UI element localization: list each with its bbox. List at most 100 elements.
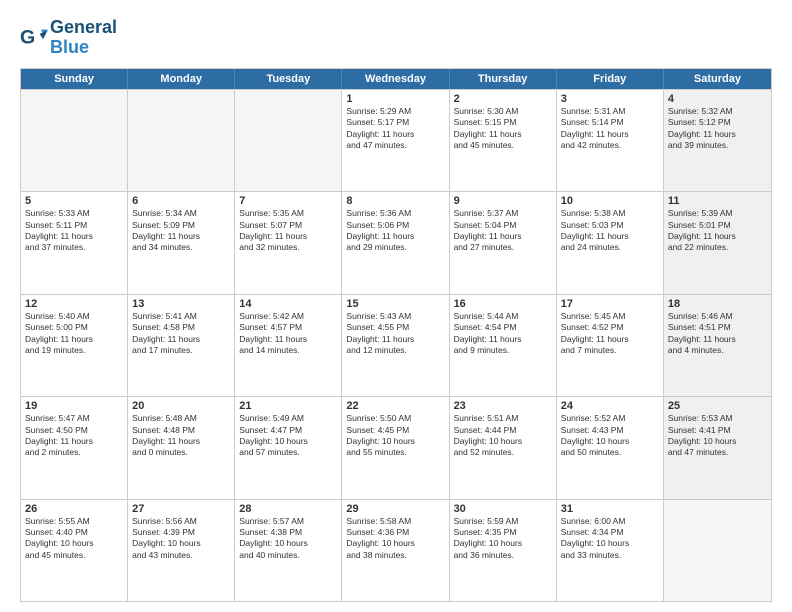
calendar-cell-3: 3Sunrise: 5:31 AM Sunset: 5:14 PM Daylig… — [557, 90, 664, 191]
day-number: 10 — [561, 195, 659, 207]
day-number: 30 — [454, 503, 552, 515]
day-number: 24 — [561, 400, 659, 412]
weekday-header-thursday: Thursday — [450, 69, 557, 89]
cell-info: Sunrise: 5:51 AM Sunset: 4:44 PM Dayligh… — [454, 413, 552, 459]
cell-info: Sunrise: 5:40 AM Sunset: 5:00 PM Dayligh… — [25, 311, 123, 357]
cell-info: Sunrise: 5:37 AM Sunset: 5:04 PM Dayligh… — [454, 208, 552, 254]
calendar-cell-10: 10Sunrise: 5:38 AM Sunset: 5:03 PM Dayli… — [557, 192, 664, 293]
cell-info: Sunrise: 5:44 AM Sunset: 4:54 PM Dayligh… — [454, 311, 552, 357]
cell-info: Sunrise: 5:36 AM Sunset: 5:06 PM Dayligh… — [346, 208, 444, 254]
calendar-cell-4: 4Sunrise: 5:32 AM Sunset: 5:12 PM Daylig… — [664, 90, 771, 191]
header: G General Blue — [20, 18, 772, 58]
day-number: 6 — [132, 195, 230, 207]
calendar-body: 1Sunrise: 5:29 AM Sunset: 5:17 PM Daylig… — [21, 89, 771, 601]
day-number: 2 — [454, 93, 552, 105]
calendar-cell-18: 18Sunrise: 5:46 AM Sunset: 4:51 PM Dayli… — [664, 295, 771, 396]
day-number: 12 — [25, 298, 123, 310]
calendar-header: SundayMondayTuesdayWednesdayThursdayFrid… — [21, 69, 771, 89]
day-number: 16 — [454, 298, 552, 310]
calendar-cell-14: 14Sunrise: 5:42 AM Sunset: 4:57 PM Dayli… — [235, 295, 342, 396]
day-number: 17 — [561, 298, 659, 310]
calendar-row-5: 26Sunrise: 5:55 AM Sunset: 4:40 PM Dayli… — [21, 499, 771, 601]
day-number: 14 — [239, 298, 337, 310]
calendar-cell-9: 9Sunrise: 5:37 AM Sunset: 5:04 PM Daylig… — [450, 192, 557, 293]
calendar-cell-2: 2Sunrise: 5:30 AM Sunset: 5:15 PM Daylig… — [450, 90, 557, 191]
cell-info: Sunrise: 5:33 AM Sunset: 5:11 PM Dayligh… — [25, 208, 123, 254]
day-number: 3 — [561, 93, 659, 105]
day-number: 18 — [668, 298, 767, 310]
calendar-cell-21: 21Sunrise: 5:49 AM Sunset: 4:47 PM Dayli… — [235, 397, 342, 498]
cell-info: Sunrise: 5:30 AM Sunset: 5:15 PM Dayligh… — [454, 106, 552, 152]
weekday-header-saturday: Saturday — [664, 69, 771, 89]
day-number: 9 — [454, 195, 552, 207]
day-number: 23 — [454, 400, 552, 412]
calendar-row-3: 12Sunrise: 5:40 AM Sunset: 5:00 PM Dayli… — [21, 294, 771, 396]
weekday-header-monday: Monday — [128, 69, 235, 89]
calendar-cell-29: 29Sunrise: 5:58 AM Sunset: 4:36 PM Dayli… — [342, 500, 449, 601]
calendar-cell-13: 13Sunrise: 5:41 AM Sunset: 4:58 PM Dayli… — [128, 295, 235, 396]
weekday-header-sunday: Sunday — [21, 69, 128, 89]
weekday-header-tuesday: Tuesday — [235, 69, 342, 89]
cell-info: Sunrise: 5:35 AM Sunset: 5:07 PM Dayligh… — [239, 208, 337, 254]
day-number: 27 — [132, 503, 230, 515]
calendar-cell-empty-0-0 — [21, 90, 128, 191]
calendar-cell-20: 20Sunrise: 5:48 AM Sunset: 4:48 PM Dayli… — [128, 397, 235, 498]
calendar-cell-6: 6Sunrise: 5:34 AM Sunset: 5:09 PM Daylig… — [128, 192, 235, 293]
cell-info: Sunrise: 5:39 AM Sunset: 5:01 PM Dayligh… — [668, 208, 767, 254]
cell-info: Sunrise: 5:42 AM Sunset: 4:57 PM Dayligh… — [239, 311, 337, 357]
calendar-cell-17: 17Sunrise: 5:45 AM Sunset: 4:52 PM Dayli… — [557, 295, 664, 396]
logo: G General Blue — [20, 18, 117, 58]
cell-info: Sunrise: 5:55 AM Sunset: 4:40 PM Dayligh… — [25, 516, 123, 562]
day-number: 4 — [668, 93, 767, 105]
cell-info: Sunrise: 5:34 AM Sunset: 5:09 PM Dayligh… — [132, 208, 230, 254]
cell-info: Sunrise: 5:57 AM Sunset: 4:38 PM Dayligh… — [239, 516, 337, 562]
calendar-cell-24: 24Sunrise: 5:52 AM Sunset: 4:43 PM Dayli… — [557, 397, 664, 498]
calendar-row-1: 1Sunrise: 5:29 AM Sunset: 5:17 PM Daylig… — [21, 89, 771, 191]
cell-info: Sunrise: 5:47 AM Sunset: 4:50 PM Dayligh… — [25, 413, 123, 459]
day-number: 25 — [668, 400, 767, 412]
cell-info: Sunrise: 5:48 AM Sunset: 4:48 PM Dayligh… — [132, 413, 230, 459]
day-number: 11 — [668, 195, 767, 207]
cell-info: Sunrise: 5:53 AM Sunset: 4:41 PM Dayligh… — [668, 413, 767, 459]
calendar-cell-8: 8Sunrise: 5:36 AM Sunset: 5:06 PM Daylig… — [342, 192, 449, 293]
calendar-cell-empty-4-6 — [664, 500, 771, 601]
calendar-cell-empty-0-2 — [235, 90, 342, 191]
weekday-header-wednesday: Wednesday — [342, 69, 449, 89]
calendar-cell-25: 25Sunrise: 5:53 AM Sunset: 4:41 PM Dayli… — [664, 397, 771, 498]
page: G General Blue SundayMondayTuesdayWednes… — [0, 0, 792, 612]
cell-info: Sunrise: 5:56 AM Sunset: 4:39 PM Dayligh… — [132, 516, 230, 562]
day-number: 15 — [346, 298, 444, 310]
cell-info: Sunrise: 5:29 AM Sunset: 5:17 PM Dayligh… — [346, 106, 444, 152]
day-number: 13 — [132, 298, 230, 310]
cell-info: Sunrise: 5:41 AM Sunset: 4:58 PM Dayligh… — [132, 311, 230, 357]
cell-info: Sunrise: 5:59 AM Sunset: 4:35 PM Dayligh… — [454, 516, 552, 562]
day-number: 5 — [25, 195, 123, 207]
cell-info: Sunrise: 5:38 AM Sunset: 5:03 PM Dayligh… — [561, 208, 659, 254]
day-number: 21 — [239, 400, 337, 412]
calendar-cell-27: 27Sunrise: 5:56 AM Sunset: 4:39 PM Dayli… — [128, 500, 235, 601]
day-number: 31 — [561, 503, 659, 515]
weekday-header-friday: Friday — [557, 69, 664, 89]
day-number: 19 — [25, 400, 123, 412]
calendar-cell-11: 11Sunrise: 5:39 AM Sunset: 5:01 PM Dayli… — [664, 192, 771, 293]
calendar-row-4: 19Sunrise: 5:47 AM Sunset: 4:50 PM Dayli… — [21, 396, 771, 498]
day-number: 26 — [25, 503, 123, 515]
day-number: 28 — [239, 503, 337, 515]
calendar-cell-26: 26Sunrise: 5:55 AM Sunset: 4:40 PM Dayli… — [21, 500, 128, 601]
calendar-cell-7: 7Sunrise: 5:35 AM Sunset: 5:07 PM Daylig… — [235, 192, 342, 293]
cell-info: Sunrise: 5:46 AM Sunset: 4:51 PM Dayligh… — [668, 311, 767, 357]
calendar-cell-30: 30Sunrise: 5:59 AM Sunset: 4:35 PM Dayli… — [450, 500, 557, 601]
cell-info: Sunrise: 5:58 AM Sunset: 4:36 PM Dayligh… — [346, 516, 444, 562]
day-number: 22 — [346, 400, 444, 412]
cell-info: Sunrise: 5:32 AM Sunset: 5:12 PM Dayligh… — [668, 106, 767, 152]
day-number: 20 — [132, 400, 230, 412]
logo-icon: G — [20, 24, 48, 52]
calendar-row-2: 5Sunrise: 5:33 AM Sunset: 5:11 PM Daylig… — [21, 191, 771, 293]
cell-info: Sunrise: 5:43 AM Sunset: 4:55 PM Dayligh… — [346, 311, 444, 357]
day-number: 8 — [346, 195, 444, 207]
calendar-cell-22: 22Sunrise: 5:50 AM Sunset: 4:45 PM Dayli… — [342, 397, 449, 498]
cell-info: Sunrise: 5:49 AM Sunset: 4:47 PM Dayligh… — [239, 413, 337, 459]
calendar-cell-23: 23Sunrise: 5:51 AM Sunset: 4:44 PM Dayli… — [450, 397, 557, 498]
calendar-cell-28: 28Sunrise: 5:57 AM Sunset: 4:38 PM Dayli… — [235, 500, 342, 601]
calendar-cell-19: 19Sunrise: 5:47 AM Sunset: 4:50 PM Dayli… — [21, 397, 128, 498]
